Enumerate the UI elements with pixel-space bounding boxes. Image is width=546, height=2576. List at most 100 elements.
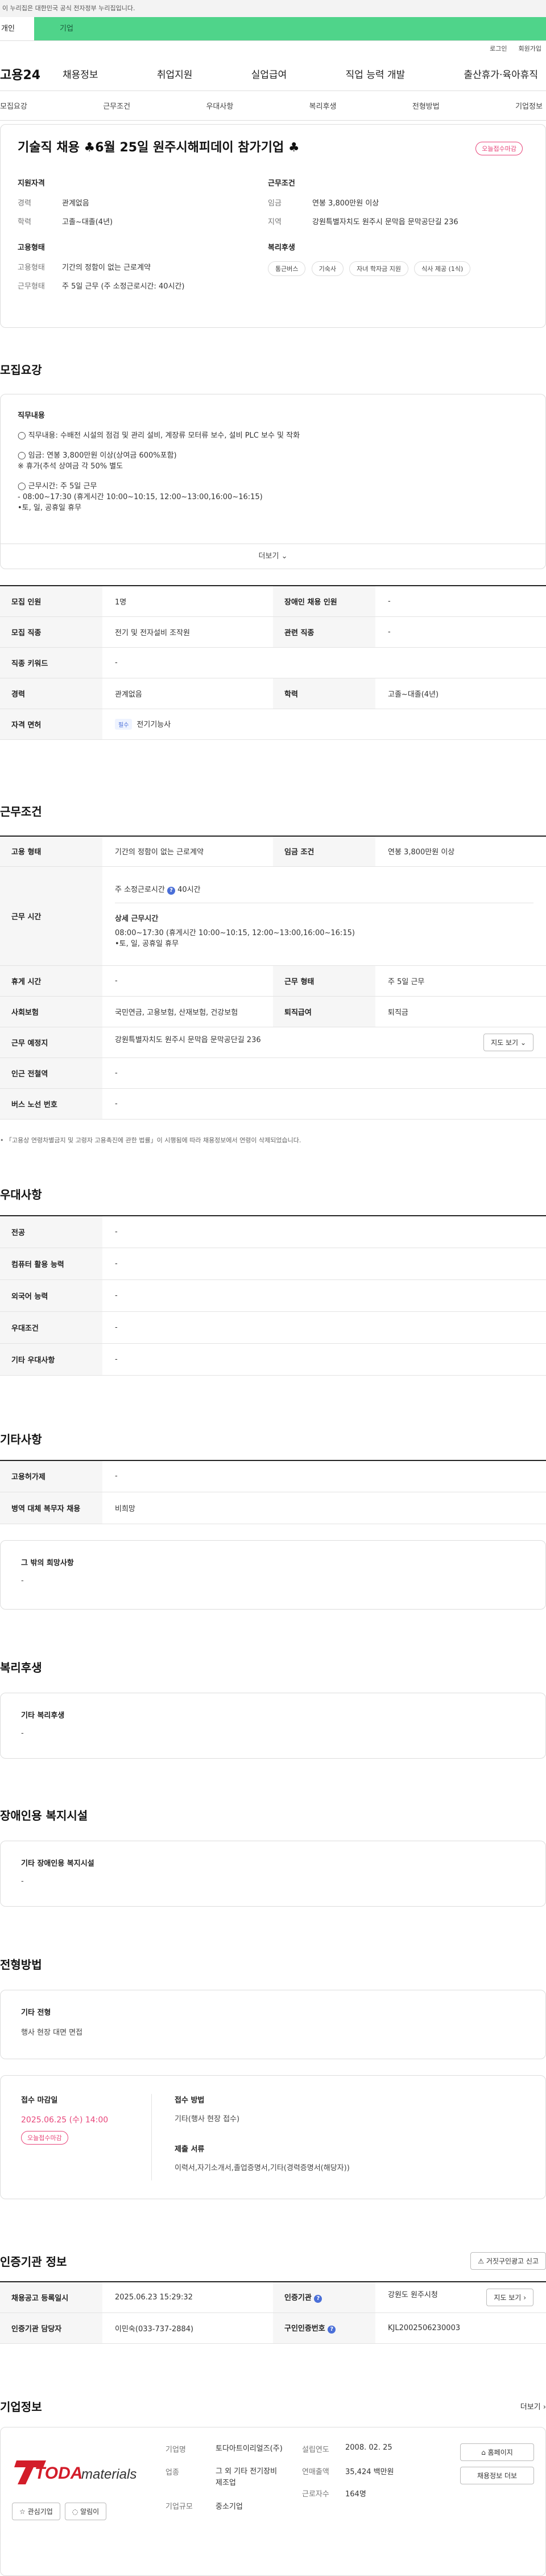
table-row: 컴퓨터 활용 능력 - [0,1248,546,1280]
region-value: 강원특별자치도 원주시 문막읍 문막공단길 236 [312,218,458,227]
login-link[interactable]: 로그인 [490,41,507,57]
apply-label: 접수 방법 [175,2096,205,2105]
nav-item-support[interactable]: 취업지원 [157,67,193,81]
sales-label: 연매출액 [302,2467,329,2476]
desc-more-button[interactable]: 더보기 ⌄ [1,544,545,569]
chevron-right-icon: › [543,2403,546,2412]
time-detail-label: 상세 근무시간 [115,914,159,923]
section-nav-screening[interactable]: 전형방법 [412,100,440,111]
desc-line: - 08:00~17:30 (휴게시간 10:00~10:15, 12:00~1… [18,493,263,501]
tab-company[interactable]: 기업 [34,17,546,40]
career-value: 관계없음 [62,199,89,208]
wage-value: 연봉 3,800만원 이상 [312,199,379,208]
company-logo-text: TODA [35,2464,82,2483]
company-section-title: 기업정보 [0,2400,42,2414]
size-value: 중소기업 [216,2502,243,2511]
etc-extra-card: 그 밖의 희망사항 - [0,1540,546,1610]
info-icon[interactable]: ? [314,2295,322,2303]
company-name-value: 토다아트이리얼즈(주) [216,2444,283,2453]
company-logo-image: TODA materials [14,2460,136,2484]
etc-label: 고용허가제 [0,1460,102,1492]
table-row: 고용허가제 - [0,1460,546,1492]
break-value: - [102,965,273,997]
job-description-card: 직무내용 ◯ 직무내용: 수배전 시설의 점검 및 관리 설비, 계장류 모터류… [0,394,546,569]
age-note-text: 「고용상 연령차별금지 및 고령자 고용촉진에 관한 법률」이 시행됨에 따라 … [6,1137,301,1144]
company-logo-sub: materials [81,2467,136,2482]
desc-line: •토, 일, 공휴일 휴무 [18,504,82,512]
recruit-table: 모집 인원 1명 장애인 채용 인원 - 모집 직종 전기 및 전자설비 조작원… [0,585,546,740]
etc-extra-value: - [21,1577,24,1585]
nav-item-parental-leave[interactable]: 출산휴가·육아휴직 [464,67,538,81]
edu-label: 학력 [18,218,31,227]
bell-icon: ⚠ [478,2257,485,2265]
homepage-button[interactable]: ⌂ 홈페이지 [460,2443,534,2461]
nav-item-training[interactable]: 직업 능력 개발 [346,67,406,81]
table-row: 채용공고 등록일시 2025.06.23 15:29:32 인증기관 ? 강원도… [0,2282,546,2313]
section-nav-recruit[interactable]: 모집요강 [0,100,27,111]
size-label: 기업규모 [166,2502,193,2511]
pref-value: - [102,1248,546,1280]
headcount-value: 1명 [102,586,273,617]
insurance-value: 국민연금, 고용보험, 산재보험, 건강보험 [102,996,273,1027]
welfare-chip: 통근버스 [268,261,306,276]
license-value: 전기기능사 [136,721,171,729]
info-icon[interactable]: ? [167,886,175,895]
map-button-label: 지도 보기 [494,2293,522,2302]
tab-personal[interactable]: 개인 [0,17,34,40]
recruit-section-title: 모집요강 [0,363,42,377]
map-button[interactable]: 지도 보기 ⌄ [483,1034,533,1051]
cert-no-label-cell: 구인인증번호 ? [273,2312,375,2344]
disabled-value: - [21,1877,24,1886]
subway-label: 인근 전철역 [0,1057,102,1089]
agency-cell: 강원도 원주시청 지도 보기 › [375,2282,546,2313]
keyword-value: - [102,647,546,678]
report-label: 거짓구인광고 신고 [486,2257,539,2265]
table-row: 기타 우대사항 - [0,1343,546,1376]
pref-value: - [102,1216,546,1248]
disabled-label: 기타 장애인용 복지시설 [21,1859,94,1868]
related-label: 관련 직종 [273,616,375,648]
screening-section-title: 전형방법 [0,1958,42,1972]
signup-link[interactable]: 회원가입 [519,41,541,57]
section-nav-company[interactable]: 기업정보 [515,100,543,111]
desc-label: 직무내용 [18,411,45,420]
sales-value: 35,424 백만원 [345,2467,394,2476]
report-fake-ad-button[interactable]: ⚠ 거짓구인광고 신고 [470,2252,546,2270]
section-nav-preference[interactable]: 우대사항 [206,100,233,111]
method-label: 기타 전형 [21,2009,51,2017]
welfare-chip: 기숙사 [311,261,344,276]
disabled-section-title: 장애인용 복지시설 [0,1809,88,1822]
welfare-chip: 자녀 학자금 지원 [349,261,408,276]
related-value: - [375,616,546,648]
info-icon[interactable]: ? [328,2326,336,2334]
edu-value: 고졸~대졸(4년) [375,678,546,709]
pref-value: - [102,1311,546,1344]
manager-value: 이민숙(033-737-2884) [102,2312,273,2344]
favorite-company-button[interactable]: ☆ 관심기업 [12,2502,60,2520]
reg-label: 채용공고 등록일시 [0,2282,102,2313]
site-logo[interactable]: 고용24 [0,65,63,83]
agency-label-cell: 인증기관 ? [273,2282,375,2313]
job-label: 모집 직종 [0,616,102,648]
welfare-block: 복리후생 통근버스 기숙사 자녀 학자금 지원 식사 제공 (1식) [268,241,518,276]
etc-label: 병역 대체 복무자 채용 [0,1492,102,1524]
emp-type-label: 고용 형태 [0,836,102,867]
alert-button[interactable]: ◌ 알림이 [64,2502,107,2520]
nav-item-jobs[interactable]: 채용정보 [63,67,98,81]
table-row: 병역 대체 복무자 채용 비희망 [0,1492,546,1524]
company-more-link[interactable]: 더보기 › [520,2401,546,2412]
company-jobs-button[interactable]: 채용정보 더보 [460,2466,534,2484]
gov-notice-bar: 이 누리집은 대한민국 공식 전자정부 누리집입니다. [0,0,546,17]
section-nav-work[interactable]: 근무조건 [103,100,130,111]
welfare-chip: 식사 제공 (1식) [414,261,471,276]
section-nav-benefit[interactable]: 복리후생 [309,100,337,111]
etc-extra-label: 그 밖의 희망사항 [21,1559,74,1567]
industry-value: 그 외 기타 전기장비 제조업 [216,2467,278,2487]
emp-type-value: 기간의 정함이 없는 근로계약 [102,836,273,867]
agency-map-button[interactable]: 지도 보기 › [486,2288,533,2306]
nav-item-unemployment[interactable]: 실업급여 [251,67,287,81]
work-section-title: 근무조건 [0,804,42,818]
career-label: 경력 [18,199,31,208]
agency-label: 인증기관 [284,2294,312,2303]
cert-no-label: 구인인증번호 [284,2324,325,2333]
